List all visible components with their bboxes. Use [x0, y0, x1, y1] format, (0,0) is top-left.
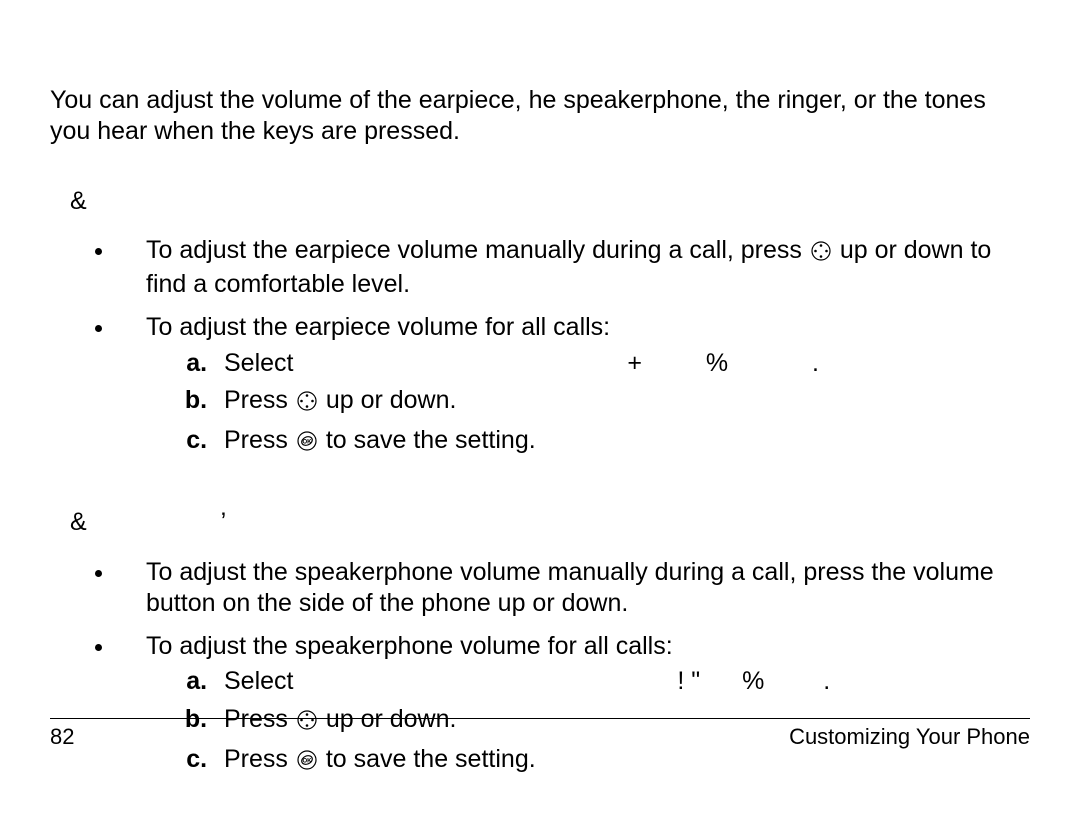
s2-step-a: Select ! " % .	[214, 666, 1030, 697]
footer-title: Customizing Your Phone	[789, 723, 1030, 751]
s1c-after: to save the setting.	[326, 426, 536, 454]
s1-step-b: Press up or down.	[214, 385, 1030, 419]
percent-symbol: %	[742, 667, 764, 695]
nav-icon	[297, 388, 317, 419]
s1-item2-text: To adjust the earpiece volume for all ca…	[146, 313, 610, 341]
s1-item2: To adjust the earpiece volume for all ca…	[116, 312, 1030, 459]
section1-list: To adjust the earpiece volume manually d…	[50, 235, 1030, 460]
s1-step-c: Press OK to save the setting.	[214, 425, 1030, 459]
s1-steps: Select + % . Press	[146, 348, 1030, 460]
s1b-after: up or down.	[326, 386, 457, 414]
s2-item1-text: To adjust the speakerphone volume manual…	[146, 558, 994, 617]
intro-paragraph: You can adjust the volume of the earpiec…	[50, 85, 1030, 148]
ampersand-symbol: &	[70, 187, 87, 215]
document-page: You can adjust the volume of the earpiec…	[0, 0, 1080, 778]
ampersand-symbol: &	[70, 508, 87, 536]
page-footer: 82 Customizing Your Phone	[50, 718, 1030, 751]
percent-symbol: %	[706, 349, 728, 377]
s1c-before: Press	[224, 426, 295, 454]
section2-prefix: & ’	[50, 507, 1030, 538]
s1-item1-before: To adjust the earpiece volume manually d…	[146, 236, 809, 264]
page-number: 82	[50, 723, 74, 751]
section1-prefix: &	[50, 186, 1030, 217]
plus-symbol: +	[627, 349, 642, 377]
s2-item2: To adjust the speakerphone volume for al…	[116, 631, 1030, 778]
s1a-before: Select	[224, 349, 293, 377]
s1-step-a: Select + % .	[214, 348, 1030, 379]
s2a-before: Select	[224, 667, 293, 695]
s2-item1: To adjust the speakerphone volume manual…	[116, 557, 1030, 620]
s1b-before: Press	[224, 386, 295, 414]
period-symbol: .	[812, 349, 819, 377]
svg-text:OK: OK	[302, 758, 312, 764]
period-symbol: .	[823, 667, 830, 695]
apostrophe-symbol: ’	[221, 508, 227, 536]
s1-item1: To adjust the earpiece volume manually d…	[116, 235, 1030, 301]
ok-icon: OK	[297, 428, 317, 459]
svg-text:OK: OK	[302, 440, 312, 446]
nav-icon	[811, 238, 831, 269]
s2-item2-text: To adjust the speakerphone volume for al…	[146, 632, 673, 660]
exclaim-quote-symbol: ! "	[677, 667, 700, 695]
ok-icon: OK	[297, 747, 317, 778]
